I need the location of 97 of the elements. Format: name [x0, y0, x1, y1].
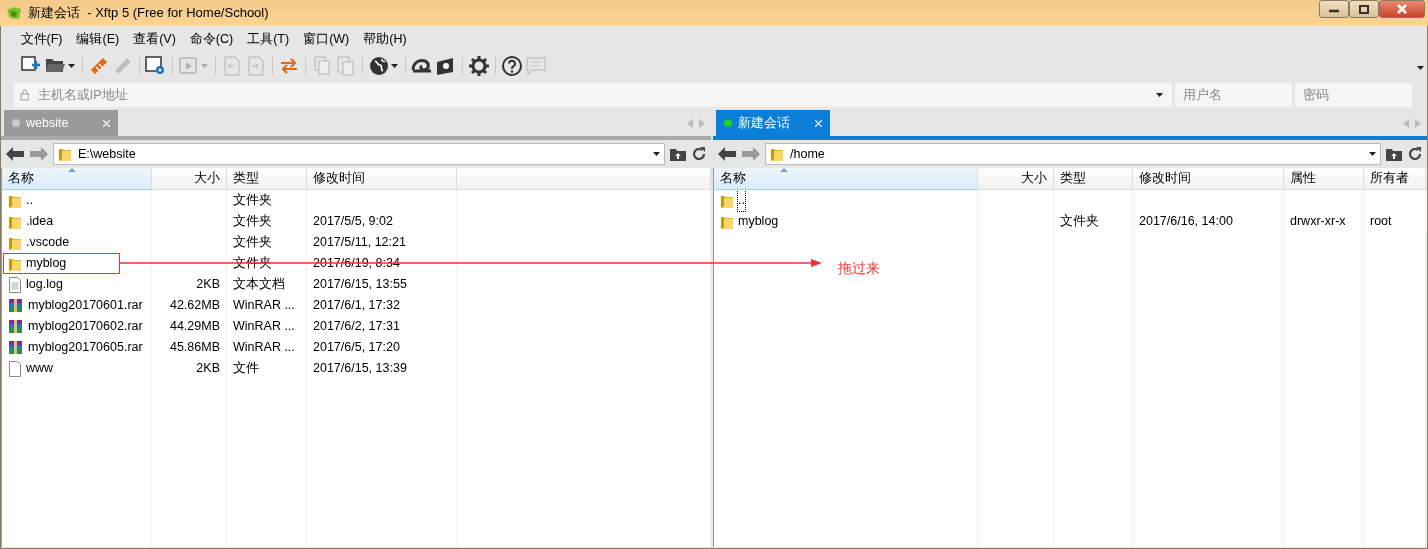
parent-folder-icon: [1385, 146, 1403, 163]
lock-icon: [19, 89, 30, 102]
file-name[interactable]: myblog: [26, 253, 67, 275]
close-button[interactable]: [1378, 0, 1425, 18]
table-cell-text: 45.86MB: [169, 339, 220, 357]
column-header[interactable]: 类型: [227, 168, 307, 191]
sort-arrow-icon: [68, 168, 76, 173]
scroll-left-icon: [686, 118, 693, 128]
scroll-right-icon: [1414, 118, 1421, 128]
scroll-right-icon: [698, 118, 705, 128]
username-field[interactable]: 用户名: [1180, 84, 1286, 106]
menu-item[interactable]: 工具(T): [240, 27, 297, 51]
folder-icon: [770, 146, 784, 163]
table-cell-text: WinRAR ...: [233, 297, 295, 315]
forward-icon: [29, 146, 49, 163]
column-header[interactable]: 大小: [978, 168, 1054, 191]
host-field[interactable]: 主机名或IP地址: [35, 84, 1150, 106]
file-name[interactable]: ..: [26, 190, 33, 212]
column-header[interactable]: 修改时间: [1133, 168, 1284, 191]
app-logo-icon: [6, 6, 22, 20]
menu-item[interactable]: 查看(V): [126, 27, 183, 51]
session-tab[interactable]: 新建会话: [716, 110, 830, 137]
file-name[interactable]: ..: [738, 190, 745, 212]
window-title: 新建会话 - Xftp 5 (Free for Home/School): [28, 4, 269, 23]
file-name[interactable]: .idea: [26, 211, 54, 233]
menu-item[interactable]: 命令(C): [182, 27, 241, 51]
caret-icon: [390, 64, 398, 68]
file-name[interactable]: myblog20170601.rar: [28, 295, 143, 317]
caret-icon: [200, 64, 208, 68]
caret-icon: [1416, 65, 1424, 70]
column-header[interactable]: 名称: [2, 168, 152, 191]
annotation-text: 拖过来: [838, 259, 880, 278]
table-cell-text: 2017/6/1, 17:32: [313, 297, 400, 315]
close-icon: [1394, 4, 1409, 14]
table-cell-text: 42.62MB: [169, 297, 220, 315]
table-cell-text: 文本文档: [233, 276, 285, 294]
table-cell-text: 2017/6/16, 14:00: [1139, 213, 1233, 231]
password-field[interactable]: 密码: [1301, 84, 1406, 106]
file-name[interactable]: log.log: [26, 274, 63, 296]
password-field[interactable]: 密码: [1294, 83, 1412, 108]
file-name[interactable]: .vscode: [26, 232, 70, 254]
table-cell-text: drwxr-xr-x: [1290, 213, 1346, 231]
caret-icon: [653, 152, 660, 157]
file-name[interactable]: myblog20170602.rar: [28, 316, 143, 338]
refresh-icon: [691, 146, 707, 163]
menu-item[interactable]: 编辑(E): [69, 27, 127, 51]
close-icon: [815, 119, 822, 127]
menu-item[interactable]: 文件(F): [13, 27, 70, 51]
table-cell-text: WinRAR ...: [233, 318, 295, 336]
menu-item[interactable]: 帮助(H): [356, 27, 414, 51]
file-name[interactable]: www: [26, 358, 54, 380]
table-cell-text: 2017/5/11, 12:21: [313, 234, 406, 252]
file-name[interactable]: myblog20170605.rar: [28, 337, 143, 359]
table-cell-text: 2017/5/5, 9:02: [313, 213, 393, 231]
table-cell-text: 2017/6/15, 13:39: [313, 360, 407, 378]
help-icon[interactable]: [499, 54, 524, 78]
table-cell-text: root: [1370, 213, 1392, 231]
refresh-icon: [1407, 146, 1423, 163]
close-icon: [103, 119, 110, 127]
table-cell-text: 2017/6/2, 17:31: [313, 318, 400, 336]
minimize-button[interactable]: [1318, 0, 1349, 18]
table-cell-text: 2KB: [196, 276, 220, 294]
maximize-icon: [1356, 4, 1371, 14]
folder-icon: [58, 146, 72, 163]
back-icon: [717, 146, 737, 163]
column-header[interactable]: 所有者: [1364, 168, 1426, 191]
table-cell-text: 文件夹: [1060, 213, 1099, 231]
path-field[interactable]: E:\website: [53, 143, 665, 166]
column-header[interactable]: 类型: [1054, 168, 1133, 191]
forward-icon: [741, 146, 761, 163]
caret-icon: [1155, 93, 1163, 98]
table-cell-text: 2KB: [196, 360, 220, 378]
caret-icon: [67, 64, 75, 68]
username-field[interactable]: 用户名: [1174, 83, 1292, 108]
table-cell-text: WinRAR ...: [233, 339, 295, 357]
parent-folder-icon: [669, 146, 687, 163]
column-header[interactable]: 属性: [1284, 168, 1364, 191]
table-cell-text: 文件夹: [233, 192, 272, 210]
sort-arrow-icon: [780, 168, 788, 173]
table-cell-text: 2017/6/15, 13:55: [313, 276, 407, 294]
maximize-button[interactable]: [1348, 0, 1379, 18]
scroll-left-icon: [1402, 118, 1409, 128]
table-cell-text: 44.29MB: [169, 318, 220, 336]
path-field[interactable]: /home: [765, 143, 1381, 166]
file-name[interactable]: myblog: [738, 211, 779, 233]
settings-icon[interactable]: [466, 54, 491, 78]
menu-item[interactable]: 窗口(W): [296, 27, 357, 51]
column-header[interactable]: 修改时间: [307, 168, 457, 191]
column-header[interactable]: 大小: [152, 168, 227, 191]
caret-icon: [1369, 152, 1376, 157]
host-field[interactable]: 主机名或IP地址: [13, 83, 1172, 108]
table-cell-text: 2017/6/5, 17:20: [313, 339, 400, 357]
table-cell-text: 文件夹: [233, 213, 272, 231]
table-cell-text: 文件夹: [233, 234, 272, 252]
column-header[interactable]: 名称: [714, 168, 978, 191]
table-cell-text: 文件: [233, 360, 259, 378]
back-icon: [5, 146, 25, 163]
